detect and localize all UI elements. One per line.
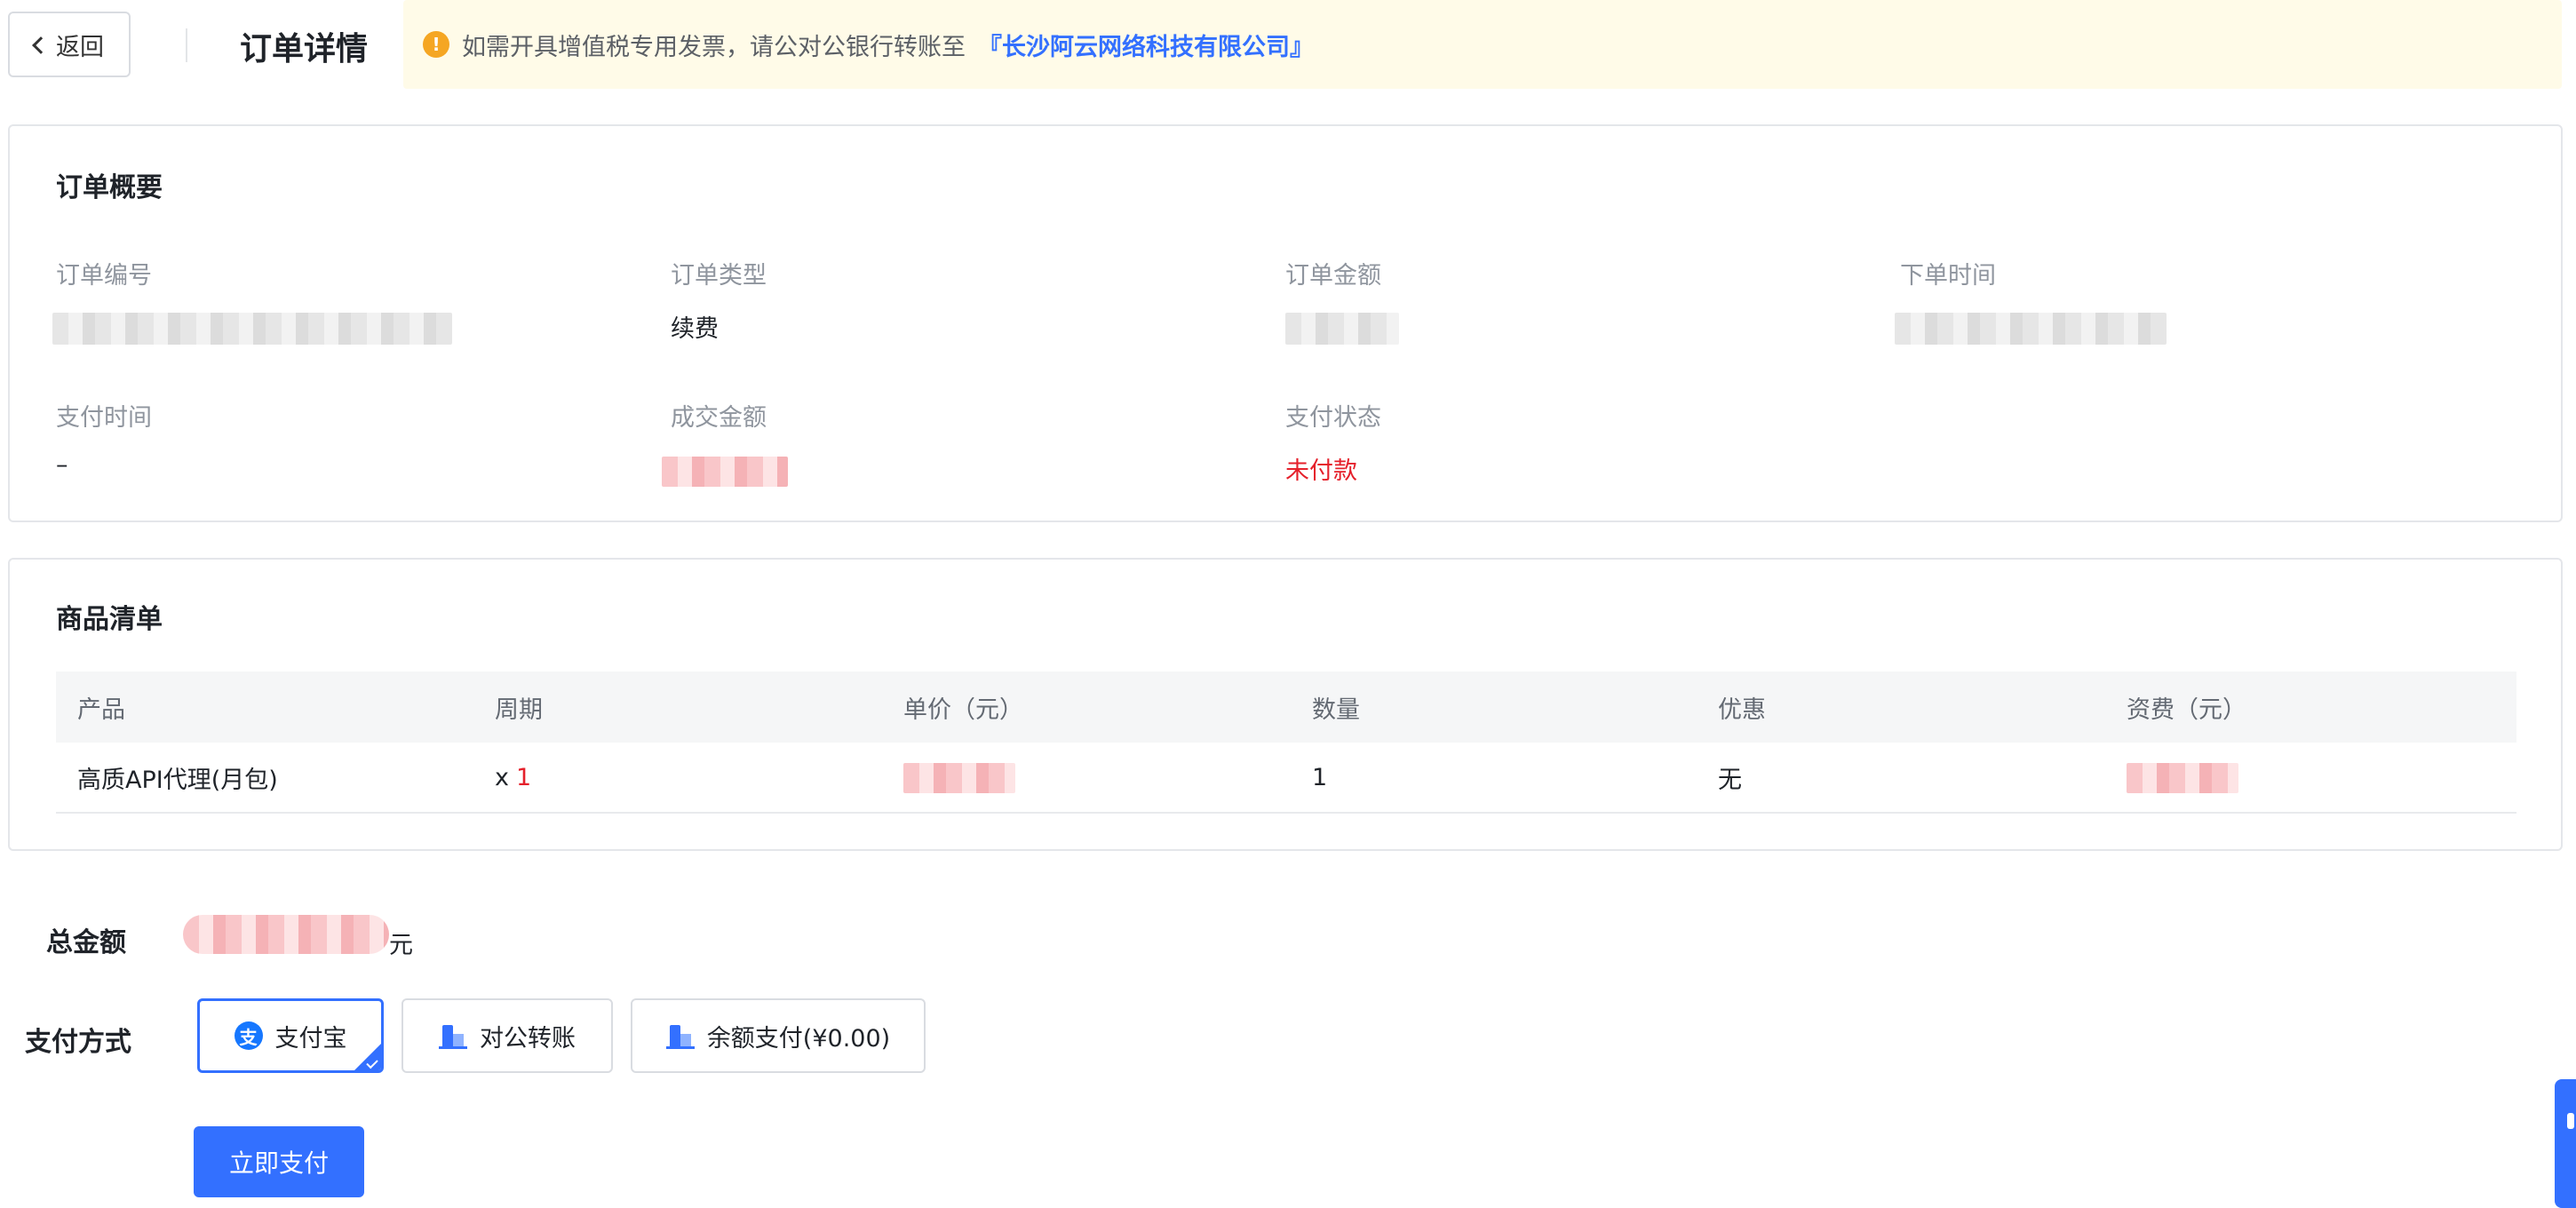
- deal-amount-redacted: [662, 457, 788, 487]
- total-amount-label: 总金额: [46, 927, 126, 958]
- total-amount-redacted: [183, 915, 389, 954]
- chevron-left-icon: [32, 36, 50, 54]
- payment-option-label: 余额支付(¥0.00): [706, 1024, 891, 1053]
- pay-time-label: 支付时间: [56, 404, 152, 432]
- page-title: 订单详情: [240, 31, 369, 68]
- column-header-fee: 资费（元）: [2127, 695, 2246, 724]
- column-header-period: 周期: [495, 695, 543, 724]
- payment-option-balance[interactable]: 余额支付(¥0.00): [631, 998, 926, 1073]
- side-tab-icon: [2567, 1113, 2574, 1129]
- goods-list-card: 商品清单 产品 周期 单价（元） 数量 优惠 资费（元） 高质API代理(月包)…: [8, 558, 2563, 851]
- table-row: 高质API代理(月包) x1 1 无: [56, 743, 2516, 814]
- payment-method-label: 支付方式: [25, 1027, 131, 1058]
- column-header-quantity: 数量: [1312, 695, 1360, 724]
- goods-table: 产品 周期 单价（元） 数量 优惠 资费（元） 高质API代理(月包) x1 1…: [56, 672, 2516, 814]
- cell-product: 高质API代理(月包): [77, 766, 278, 794]
- bank-icon: [665, 1021, 695, 1050]
- column-header-discount: 优惠: [1718, 695, 1766, 724]
- column-header-product: 产品: [77, 695, 125, 724]
- payment-option-label: 对公转账: [480, 1024, 576, 1053]
- period-value: 1: [515, 763, 532, 791]
- cell-period: x1: [473, 742, 882, 813]
- notice-text: 如需开具增值税专用发票，请公对公银行转账至: [462, 33, 966, 61]
- payment-option-label: 支付宝: [274, 1024, 347, 1053]
- info-icon: !: [423, 31, 449, 58]
- deal-amount-label: 成交金额: [671, 404, 767, 432]
- order-amount-label: 订单金额: [1285, 262, 1381, 290]
- order-summary-title: 订单概要: [56, 172, 163, 203]
- total-amount-unit: 元: [389, 932, 413, 959]
- payment-option-alipay[interactable]: 支 支付宝: [197, 998, 384, 1073]
- order-no-label: 订单编号: [56, 262, 152, 290]
- fee-redacted: [2127, 763, 2238, 793]
- alipay-icon: 支: [234, 1021, 263, 1050]
- bank-icon: [439, 1021, 467, 1050]
- side-float-tab[interactable]: [2555, 1079, 2576, 1208]
- back-button[interactable]: 返回: [8, 12, 131, 77]
- invoice-notice: ! 如需开具增值税专用发票，请公对公银行转账至 『长沙阿云网络科技有限公司』: [403, 0, 2562, 89]
- order-no-redacted: [52, 313, 452, 345]
- period-prefix: x: [495, 763, 509, 791]
- order-summary-card: 订单概要 订单编号 订单类型 续费 订单金额 下单时间 支付时间 – 成交金额 …: [8, 124, 2563, 522]
- notice-company-link[interactable]: 『长沙阿云网络科技有限公司』: [978, 28, 1314, 62]
- order-type-value: 续费: [671, 315, 719, 343]
- order-amount-redacted: [1285, 313, 1399, 345]
- pay-status-label: 支付状态: [1285, 404, 1381, 432]
- goods-list-title: 商品清单: [56, 604, 163, 635]
- pay-status-value: 未付款: [1285, 457, 1357, 485]
- payment-option-bank-transfer[interactable]: 对公转账: [402, 998, 613, 1073]
- unit-price-redacted: [903, 763, 1015, 793]
- goods-table-header: 产品 周期 单价（元） 数量 优惠 资费（元）: [56, 672, 2516, 743]
- cell-quantity: 1: [1312, 763, 1328, 791]
- order-time-label: 下单时间: [1900, 262, 1996, 290]
- order-type-label: 订单类型: [671, 262, 767, 290]
- back-button-label: 返回: [56, 33, 104, 61]
- order-time-redacted: [1895, 313, 2167, 345]
- column-header-unit-price: 单价（元）: [903, 695, 1023, 724]
- cell-discount: 无: [1718, 766, 1742, 794]
- pay-now-button[interactable]: 立即支付: [194, 1126, 364, 1197]
- cell-unit-price: [882, 742, 1291, 813]
- pay-time-value: –: [56, 451, 68, 479]
- header-divider: [186, 28, 187, 62]
- cell-fee: [2105, 742, 2516, 813]
